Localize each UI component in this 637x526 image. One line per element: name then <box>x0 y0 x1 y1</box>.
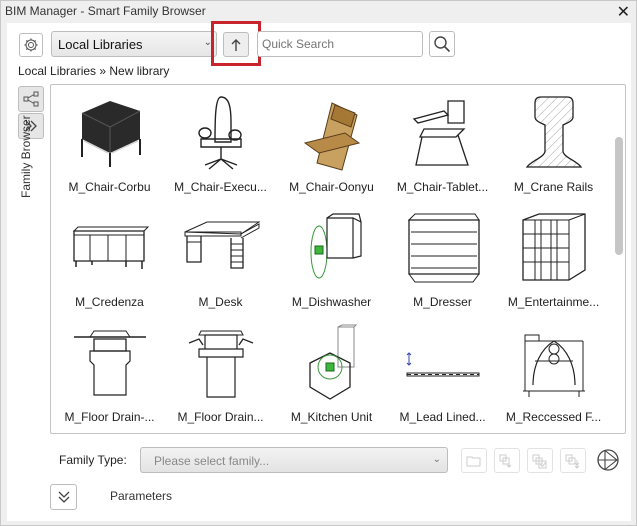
crane-rail-thumbnail-icon <box>509 93 599 173</box>
title-bar: BIM Manager - Smart Family Browser ✕ <box>1 1 636 23</box>
chair-tablet-thumbnail-icon <box>398 93 488 173</box>
family-item-label: M_Kitchen Unit <box>290 410 373 424</box>
dresser-thumbnail-icon <box>398 208 488 288</box>
folder-check-icon <box>532 454 547 468</box>
family-item[interactable]: M_Entertainme... <box>498 200 609 315</box>
parameters-label: Parameters <box>110 489 173 503</box>
up-button[interactable] <box>223 32 249 57</box>
family-item-label: M_Crane Rails <box>513 180 594 194</box>
family-item[interactable]: M_Crane Rails <box>498 85 609 200</box>
family-browser-label: Family Browser <box>19 115 33 198</box>
breadcrumb[interactable]: Local Libraries » New library <box>18 64 169 78</box>
vertical-scrollbar[interactable] <box>615 137 623 255</box>
family-item[interactable]: M_Kitchen Unit <box>276 315 387 430</box>
family-item[interactable]: M_Chair-Tablet... <box>387 85 498 200</box>
family-item-label: M_Credenza <box>75 295 144 309</box>
dishwasher-thumbnail-icon <box>287 208 377 288</box>
family-item-label: M_Floor Drain-... <box>64 410 155 424</box>
floor-drain-a-thumbnail-icon <box>65 323 155 403</box>
family-item-label: M_Chair-Tablet... <box>396 180 489 194</box>
folder-download-icon <box>565 454 580 469</box>
family-item-label: M_Dresser <box>413 295 472 309</box>
family-type-label: Family Type: <box>59 453 127 467</box>
family-item[interactable]: M_Floor Drain-... <box>54 315 165 430</box>
family-item-label: M_Dishwasher <box>291 295 372 309</box>
family-item[interactable]: M_Lead Lined... <box>387 315 498 430</box>
parameters-toggle-button[interactable] <box>50 484 77 510</box>
family-item[interactable]: M_Reccessed F... <box>498 315 609 430</box>
smart-family-browser-window: BIM Manager - Smart Family Browser ✕ Loc… <box>0 0 637 526</box>
family-item[interactable]: M_Dishwasher <box>276 200 387 315</box>
family-item[interactable]: M_Desk <box>165 200 276 315</box>
gear-icon <box>24 38 38 52</box>
search-button[interactable] <box>429 31 455 57</box>
family-item[interactable]: M_Dresser <box>387 200 498 315</box>
library-select-value: Local Libraries <box>58 37 143 52</box>
desk-thumbnail-icon <box>176 208 266 288</box>
settings-button[interactable] <box>19 33 43 57</box>
floor-drain-b-thumbnail-icon <box>176 323 266 403</box>
library-select[interactable]: Local Libraries ⌄ <box>51 31 217 57</box>
quick-search-input[interactable] <box>257 31 423 57</box>
folder-open-icon <box>466 456 481 466</box>
share-nodes-icon <box>23 91 39 107</box>
credenza-thumbnail-icon <box>65 208 155 288</box>
family-item[interactable]: M_Chair-Corbu <box>54 85 165 200</box>
globe-logo-icon <box>597 449 619 471</box>
chair-executive-thumbnail-icon <box>176 93 266 173</box>
family-type-placeholder: Please select family... <box>154 454 270 468</box>
family-item[interactable]: M_Chair-Execu... <box>165 85 276 200</box>
family-item-label: M_Chair-Oonyu <box>289 180 374 194</box>
family-item[interactable]: M_Floor Drain... <box>165 315 276 430</box>
folder-load-icon <box>499 454 512 468</box>
family-item[interactable]: M_Chair-Oonyu <box>276 85 387 200</box>
recessed-fixture-thumbnail-icon <box>509 323 599 403</box>
chair-corbu-thumbnail-icon <box>65 93 155 173</box>
chair-oonyu-thumbnail-icon <box>287 93 377 173</box>
family-item-label: M_Floor Drain... <box>177 410 264 424</box>
open-folder-button[interactable] <box>461 448 487 473</box>
close-icon[interactable]: ✕ <box>617 2 630 22</box>
family-item-label: M_Chair-Execu... <box>174 180 267 194</box>
load-checked-button[interactable] <box>527 448 553 473</box>
logo-button[interactable] <box>596 448 620 472</box>
family-item-label: M_Lead Lined... <box>399 410 486 424</box>
load-all-button[interactable] <box>560 448 586 473</box>
double-chevron-down-icon <box>58 491 69 503</box>
load-family-button[interactable] <box>494 448 520 473</box>
magnifier-icon <box>434 36 451 53</box>
family-item-label: M_Desk <box>198 295 243 309</box>
family-grid: M_Chair-Corbu M_Chair-Execu... M_Chair-Oon… <box>50 84 626 434</box>
chevron-down-icon: ⌄ <box>432 454 441 465</box>
arrow-up-icon <box>231 38 241 51</box>
family-item-label: M_Reccessed F... <box>505 410 602 424</box>
family-item-label: M_Entertainme... <box>507 295 600 309</box>
kitchen-unit-thumbnail-icon <box>287 323 377 403</box>
family-type-select[interactable]: Please select family... ⌄ <box>140 447 448 473</box>
entertainment-thumbnail-icon <box>509 208 599 288</box>
lead-lined-thumbnail-icon <box>398 323 488 403</box>
family-item-label: M_Chair-Corbu <box>68 180 151 194</box>
window-title: BIM Manager - Smart Family Browser <box>5 4 206 18</box>
main-panel: Local Libraries ⌄ Local Libraries » New … <box>7 21 631 521</box>
family-item[interactable]: M_Credenza <box>54 200 165 315</box>
